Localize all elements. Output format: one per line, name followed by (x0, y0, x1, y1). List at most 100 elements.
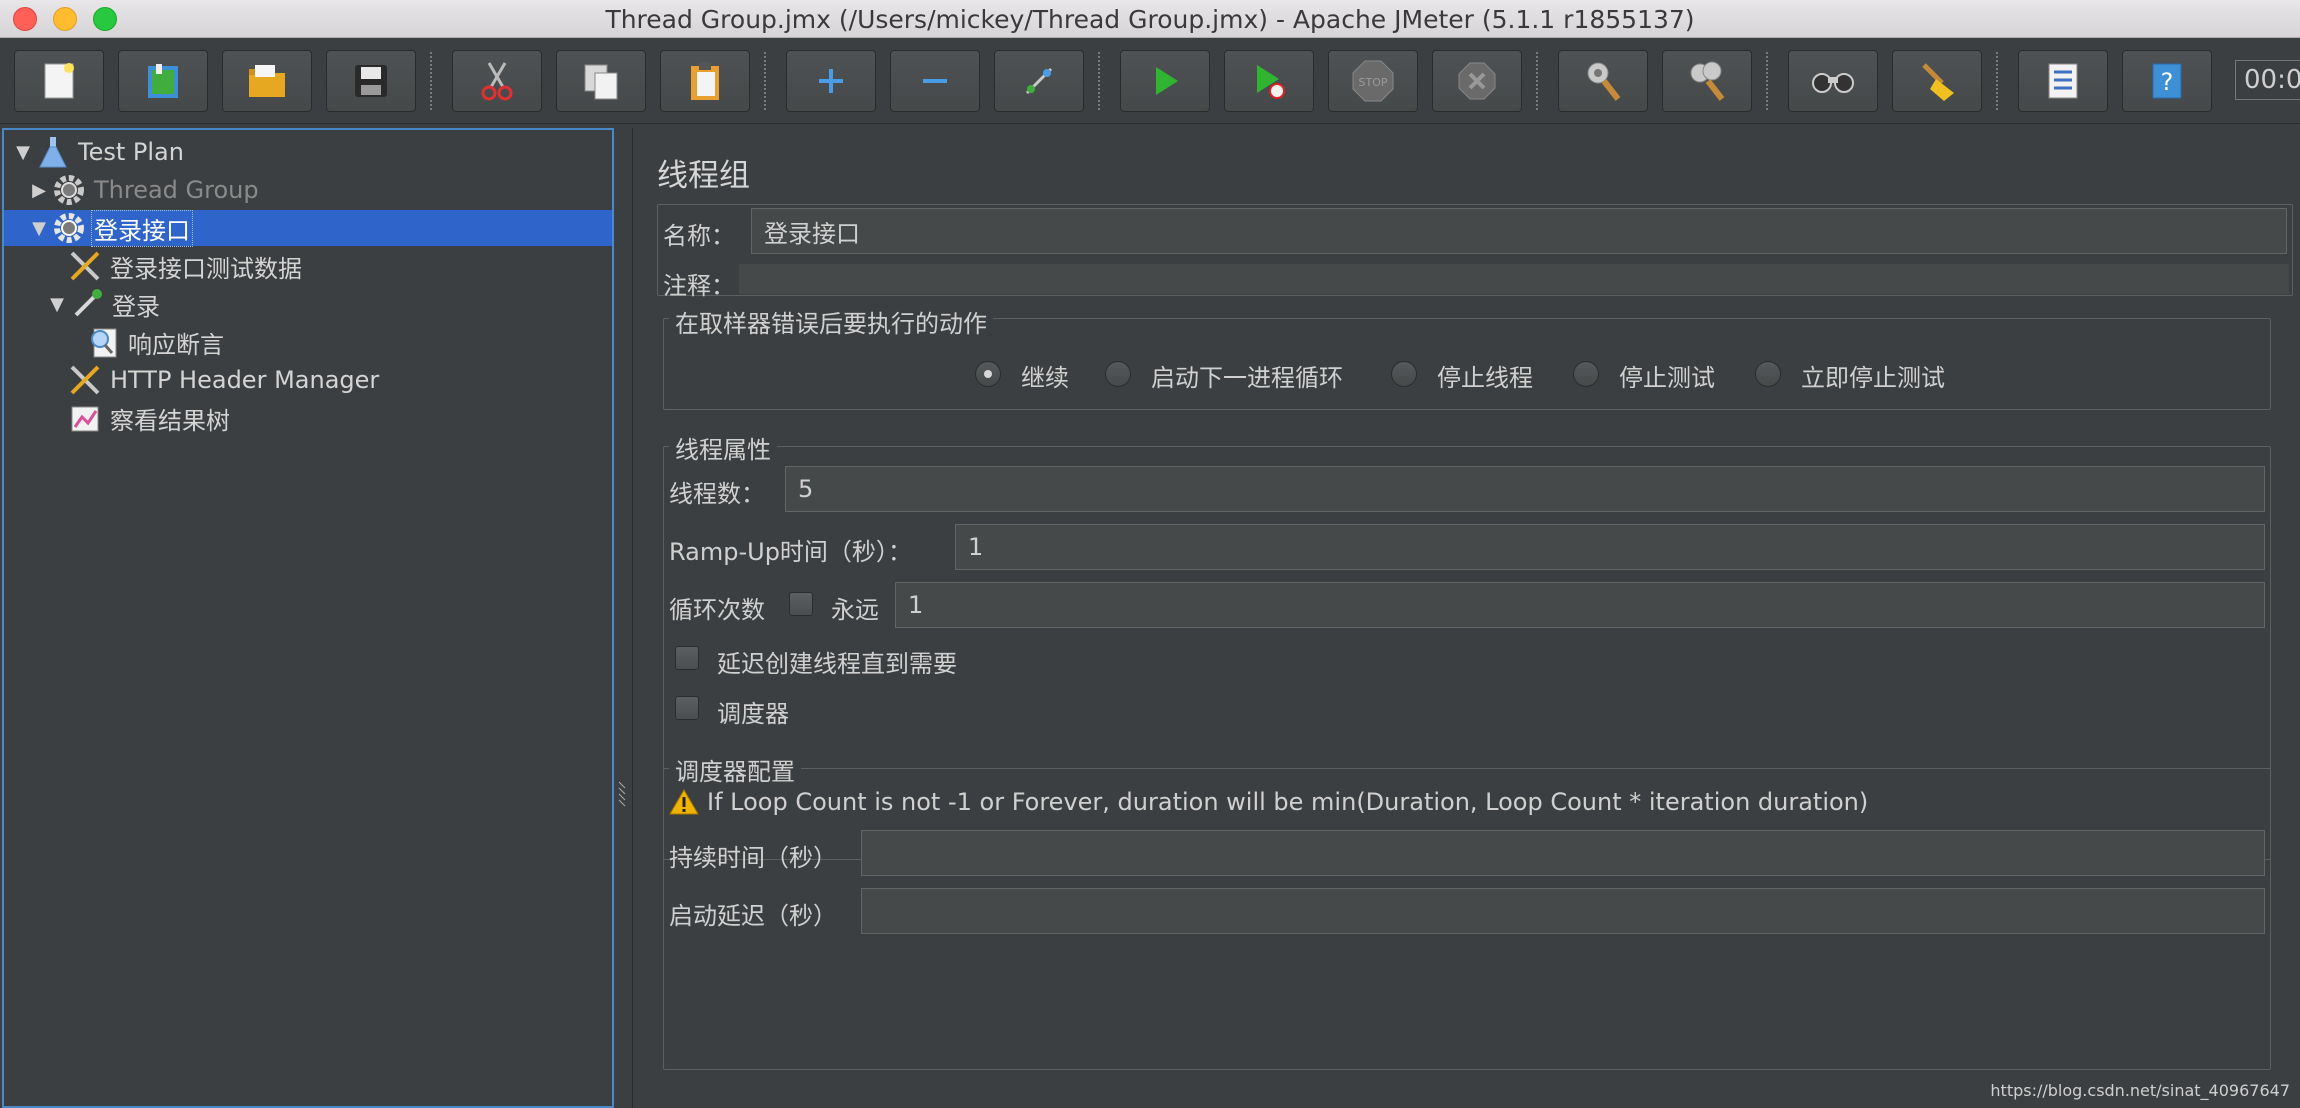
start-no-pauses-button[interactable] (1224, 50, 1314, 112)
copy-icon (584, 64, 618, 100)
new-button[interactable] (14, 50, 104, 112)
expanded-arrow-icon[interactable]: ▼ (46, 294, 68, 315)
continue-radio[interactable] (975, 361, 1001, 387)
stop-test-radio[interactable] (1573, 361, 1599, 387)
templates-icon (148, 64, 178, 98)
toolbar: STOP ? 00:00 (0, 38, 2300, 124)
shutdown-button[interactable] (1432, 50, 1522, 112)
start-icon (1156, 67, 1178, 95)
window-title: Thread Group.jmx (/Users/mickey/Thread G… (605, 5, 1695, 34)
stop-button[interactable]: STOP (1328, 50, 1418, 112)
clear-icon (1587, 62, 1621, 101)
elapsed-timer: 00:00 (2235, 60, 2300, 100)
tree-item-login[interactable]: ▼ 登录 (46, 286, 612, 322)
open-button[interactable] (222, 50, 312, 112)
save-button[interactable] (326, 50, 416, 112)
flask-icon (36, 135, 70, 169)
loop-count-label: 循环次数 (669, 596, 765, 624)
expanded-arrow-icon[interactable]: ▼ (28, 218, 50, 239)
collapsed-arrow-icon[interactable]: ▶ (28, 180, 50, 201)
shutdown-icon (1458, 62, 1496, 100)
delay-thread-creation-label[interactable]: 延迟创建线程直到需要 (717, 644, 957, 679)
rampup-input[interactable] (955, 524, 2265, 570)
gear-icon (52, 211, 86, 245)
comment-input[interactable] (739, 264, 2289, 294)
tree-item-thread-group[interactable]: ▶ Thread Group (28, 172, 612, 208)
tree-item-response-assertion[interactable]: 响应断言 (84, 324, 612, 360)
warning-icon (669, 789, 699, 815)
splitter-grip-icon[interactable] (617, 780, 627, 812)
thread-group-panel: 线程组 名称： 注释： 在取样器错误后要执行的动作 继续 启动下一进程循环 停止… (632, 128, 2300, 1108)
stop-thread-option-label[interactable]: 停止线程 (1437, 358, 1533, 393)
panel-heading: 线程组 (657, 158, 750, 194)
cut-button[interactable] (452, 50, 542, 112)
stop-test-now-radio[interactable] (1755, 361, 1781, 387)
copy-button[interactable] (556, 50, 646, 112)
delay-thread-creation-checkbox[interactable] (675, 646, 699, 670)
tree-item-http-header-manager[interactable]: HTTP Header Manager (66, 362, 612, 398)
function-helper-icon (2048, 63, 2078, 99)
chart-icon (68, 401, 102, 435)
open-icon (249, 65, 285, 97)
startup-delay-input[interactable] (861, 888, 2265, 934)
stop-test-now-option-label[interactable]: 立即停止测试 (1801, 358, 1945, 393)
sampler-error-action-title: 在取样器错误后要执行的动作 (669, 304, 993, 339)
new-icon (44, 63, 74, 99)
templates-button[interactable] (118, 50, 208, 112)
tree-item-login-test-data[interactable]: 登录接口测试数据 (66, 248, 612, 284)
expand-all-button[interactable] (786, 50, 876, 112)
scheduler-warning-text: If Loop Count is not -1 or Forever, dura… (707, 788, 1869, 816)
clear-button[interactable] (1558, 50, 1648, 112)
start-no-pause-icon (1257, 65, 1285, 99)
paste-button[interactable] (660, 50, 750, 112)
scheduler-checkbox[interactable] (675, 696, 699, 720)
stop-test-option-label[interactable]: 停止测试 (1619, 358, 1715, 393)
watermark-text: https://blog.csdn.net/sinat_40967647 (1990, 1081, 2290, 1100)
reset-search-icon (1922, 63, 1954, 101)
wrench-icon (68, 249, 102, 283)
duration-input[interactable] (861, 830, 2265, 876)
scheduler-label[interactable]: 调度器 (717, 694, 789, 729)
toggle-button[interactable] (994, 50, 1084, 112)
name-input[interactable] (751, 208, 2287, 254)
search-button[interactable] (1788, 50, 1878, 112)
forever-label[interactable]: 永远 (831, 590, 879, 625)
startup-delay-label: 启动延迟（秒） (669, 902, 837, 930)
expand-icon (819, 69, 843, 93)
expanded-arrow-icon[interactable]: ▼ (12, 142, 34, 163)
function-helper-button[interactable] (2018, 50, 2108, 112)
svg-text:?: ? (2161, 68, 2174, 96)
tree-item-label: 响应断言 (128, 330, 224, 359)
toggle-icon (1025, 67, 1053, 95)
threads-input[interactable] (785, 466, 2265, 512)
help-icon: ? (2152, 63, 2182, 99)
continue-option-label[interactable]: 继续 (1021, 358, 1069, 393)
tree-item-label: 察看结果树 (110, 406, 230, 435)
stop-icon: STOP (1352, 60, 1394, 102)
threads-label: 线程数： (669, 480, 765, 508)
title-bar: Thread Group.jmx (/Users/mickey/Thread G… (0, 0, 2300, 38)
gear-icon (52, 173, 86, 207)
help-button[interactable]: ? (2122, 50, 2212, 112)
start-next-loop-radio[interactable] (1105, 361, 1131, 387)
test-plan-tree: ▼ Test Plan ▶ Thread Group ▼ 登录接口 登录接口测试… (2, 128, 614, 1108)
tree-item-label: 登录 (112, 292, 160, 321)
pipette-icon (70, 287, 104, 321)
forever-checkbox[interactable] (789, 592, 813, 616)
magnifier-icon (86, 325, 120, 359)
start-next-loop-option-label[interactable]: 启动下一进程循环 (1151, 358, 1343, 393)
clear-all-button[interactable] (1662, 50, 1752, 112)
tree-item-label: Thread Group (94, 176, 259, 204)
collapse-all-button[interactable] (890, 50, 980, 112)
panel-splitter[interactable] (616, 128, 630, 1108)
duration-label: 持续时间（秒） (669, 844, 837, 872)
comment-label: 注释： (663, 272, 735, 300)
reset-search-button[interactable] (1892, 50, 1982, 112)
tree-item-view-results-tree[interactable]: 察看结果树 (66, 400, 612, 436)
loop-count-input[interactable] (895, 582, 2265, 628)
tree-item-test-plan[interactable]: ▼ Test Plan (12, 134, 612, 170)
stop-thread-radio[interactable] (1391, 361, 1417, 387)
tree-item-login-api[interactable]: ▼ 登录接口 (4, 209, 612, 247)
start-button[interactable] (1120, 50, 1210, 112)
scheduler-config-title: 调度器配置 (669, 752, 801, 787)
